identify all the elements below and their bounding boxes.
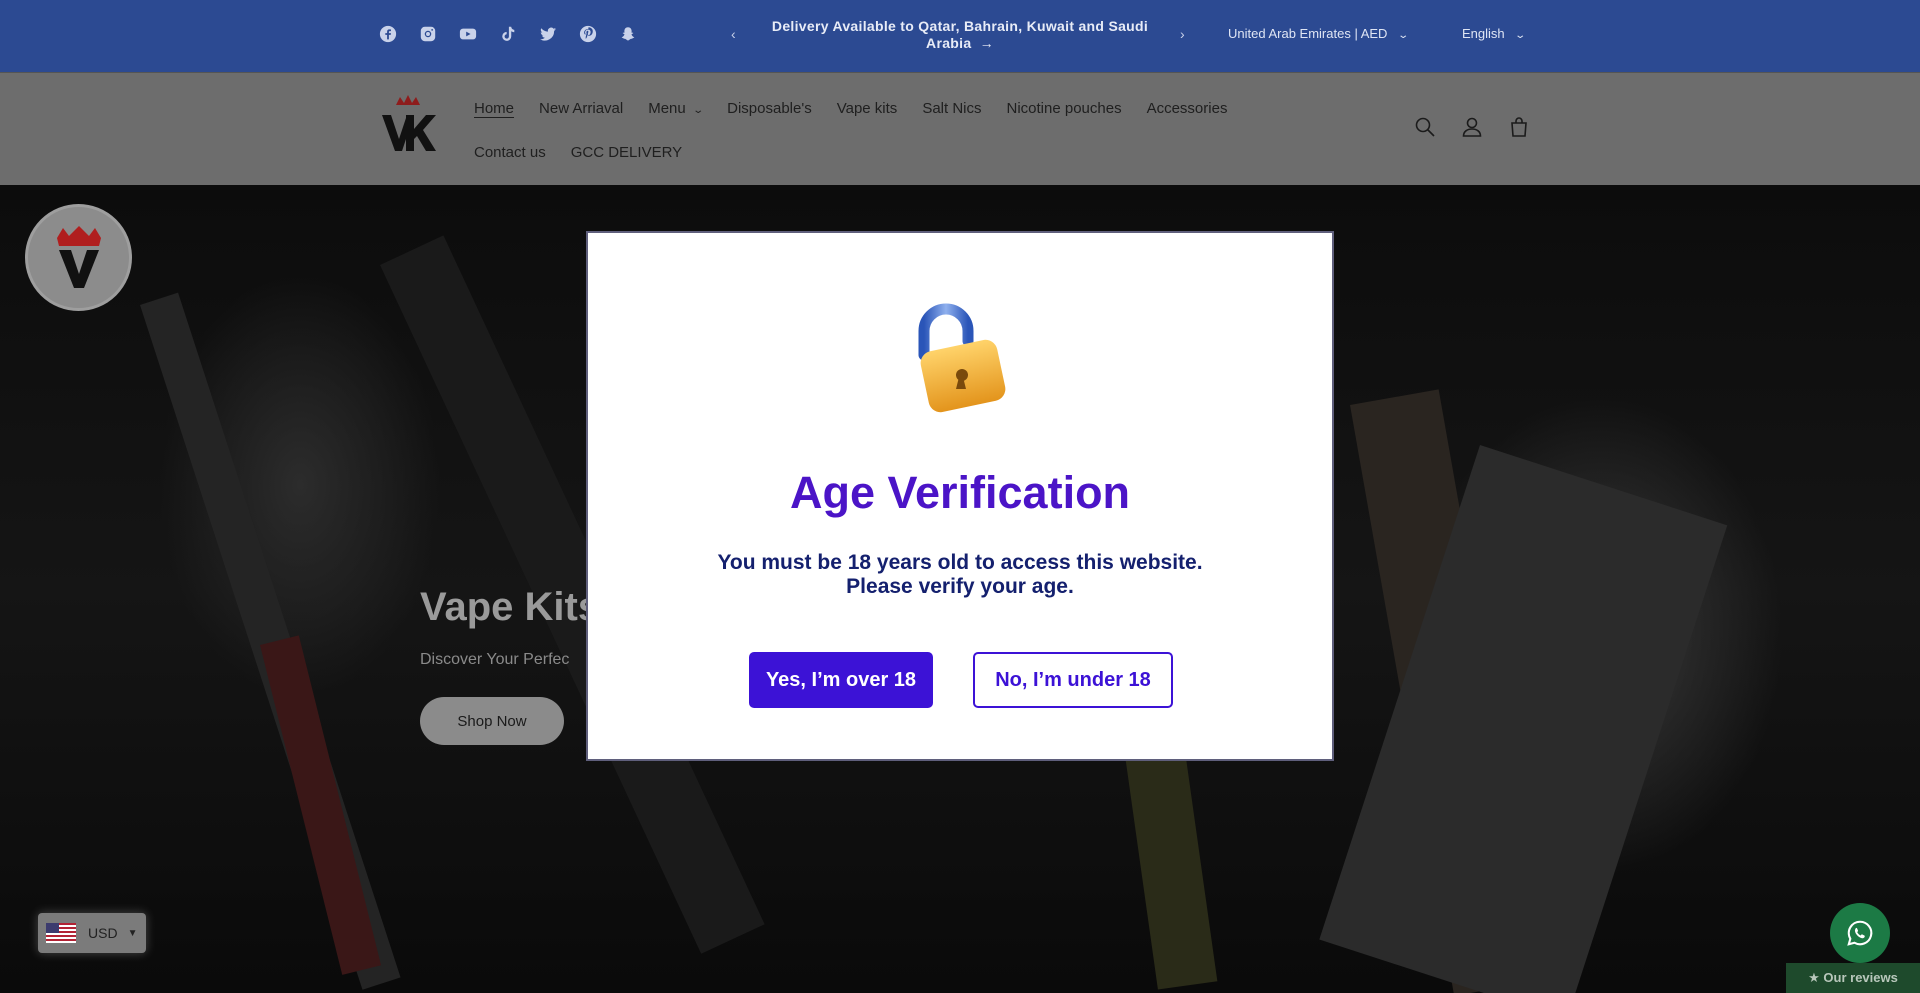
nav-item-new-arrival[interactable]: New Arriaval [539,100,623,117]
nav-item-home[interactable]: Home [474,100,514,117]
modal-message-line-2: Please verify your age. [846,575,1074,598]
whatsapp-button[interactable] [1830,903,1890,963]
announcement-next-button[interactable]: › [1180,26,1185,42]
over-18-button[interactable]: Yes, I’m over 18 [749,652,933,708]
currency-code: USD [88,925,118,941]
modal-message: You must be 18 years old to access this … [588,551,1332,599]
nav-item-menu[interactable]: Menu ⌄ [648,99,704,117]
nav-item-salt-nics[interactable]: Salt Nics [922,100,981,117]
announcement-message: Delivery Available to Qatar, Bahrain, Ku… [771,18,1149,51]
nav-item-gcc-delivery[interactable]: GCC DELIVERY [571,144,682,161]
caret-down-icon: ▼ [127,927,138,939]
country-selector[interactable]: United Arab Emirates | AED ⌄ [1228,26,1410,41]
facebook-icon[interactable] [378,24,398,44]
store-logo[interactable] [380,95,436,153]
hero-title: Vape Kits [420,585,601,629]
country-selector-label: United Arab Emirates | AED [1228,26,1388,41]
tiktok-icon[interactable] [498,24,518,44]
account-icon[interactable] [1460,115,1484,139]
us-flag-icon [46,923,76,943]
instagram-icon[interactable] [418,24,438,44]
currency-selector[interactable]: USD ▼ [38,913,146,953]
nav-item-vape-kits[interactable]: Vape kits [837,100,898,117]
brand-badge[interactable] [25,204,132,311]
language-selector-label: English [1462,26,1505,41]
shop-now-button[interactable]: Shop Now [420,697,564,745]
unlocked-padlock-icon [918,303,1006,413]
announcement-text[interactable]: Delivery Available to Qatar, Bahrain, Ku… [755,18,1165,52]
site-header: Home New Arriaval Menu ⌄ Disposable's Vap… [0,72,1920,185]
our-reviews-tab[interactable]: ★ Our reviews [1786,963,1920,993]
announcement-prev-button[interactable]: ‹ [731,26,736,42]
header-icons [1413,115,1531,139]
chevron-down-icon: ⌄ [1397,30,1410,41]
nav-item-disposables[interactable]: Disposable's [727,100,812,117]
main-nav: Home New Arriaval Menu ⌄ Disposable's Vap… [474,87,1294,173]
chevron-down-icon: ⌄ [692,104,704,116]
search-icon[interactable] [1413,115,1437,139]
nav-item-contact-us[interactable]: Contact us [474,144,546,161]
social-links [378,24,638,44]
hero-subtitle: Discover Your Perfec [420,651,570,668]
twitter-icon[interactable] [538,24,558,44]
nav-item-accessories[interactable]: Accessories [1147,100,1228,117]
arrow-right-icon: → [979,35,994,51]
age-verification-modal: Age Verification You must be 18 years ol… [586,231,1334,761]
cart-icon[interactable] [1507,115,1531,139]
youtube-icon[interactable] [458,24,478,44]
nav-item-nicotine-pouches[interactable]: Nicotine pouches [1007,100,1122,117]
under-18-button[interactable]: No, I’m under 18 [973,652,1173,708]
whatsapp-icon [1847,920,1873,946]
chevron-down-icon: ⌄ [1514,30,1527,41]
modal-title: Age Verification [789,467,1131,518]
modal-message-line-1: You must be 18 years old to access this … [717,551,1203,574]
snapchat-icon[interactable] [618,24,638,44]
language-selector[interactable]: English ⌄ [1462,26,1527,41]
pinterest-icon[interactable] [578,24,598,44]
nav-item-menu-label: Menu [648,99,686,117]
announcement-bar: ‹ Delivery Available to Qatar, Bahrain, … [0,0,1920,72]
